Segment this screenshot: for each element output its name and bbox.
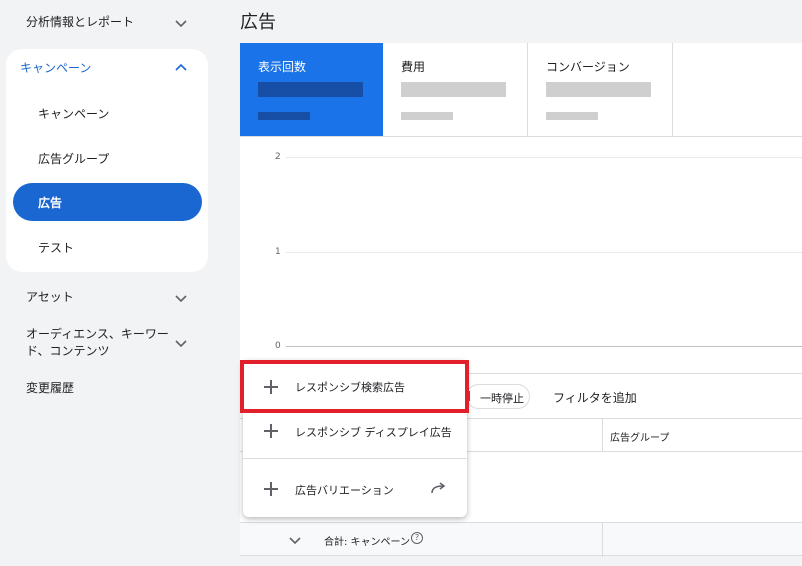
nav-history-label: 変更履歴 [26,381,75,395]
table-total-row: 合計: キャンペーン ? [240,522,802,557]
sub-item-campaigns[interactable]: キャンペーン [38,105,109,122]
metric-sub-placeholder [546,112,598,120]
nav-campaigns-label[interactable]: キャンペーン [20,59,91,76]
chip-edge [469,391,475,401]
metric-sub-placeholder [258,112,310,120]
gridline [286,252,802,253]
menu-item-label: 広告バリエーション [295,484,394,497]
total-label: 合計: キャンペーン [324,537,411,548]
metric-label: コンバージョン [546,60,630,74]
chevron-up-icon[interactable] [174,61,188,75]
chevron-down-icon [175,294,187,302]
metric-label: 表示回数 [258,60,307,74]
metric-tile-empty[interactable] [673,43,802,137]
nav-analytics[interactable]: 分析情報とレポート [0,14,216,31]
highlight-box [240,360,469,413]
menu-divider [243,458,467,459]
pause-chip-label: 一時停止 [480,392,524,405]
metric-label: 費用 [401,60,426,74]
gridline [286,157,802,158]
metric-value-placeholder [546,82,651,97]
pause-filter-chip[interactable]: 一時停止 [466,384,530,409]
chevron-down-icon [175,19,187,27]
metric-tile-impressions[interactable]: 表示回数 [240,43,383,137]
sub-item-experiments[interactable]: テスト [38,239,74,256]
metric-sub-placeholder [401,112,453,120]
y-tick-label: 0 [275,341,281,351]
nav-audiences[interactable]: オーディエンス、キーワー ド、コンテンツ [0,326,216,360]
menu-item-responsive-display-ad[interactable]: レスポンシブ ディスプレイ広告 [243,422,467,442]
plus-icon [264,482,278,496]
nav-audiences-label-2: ド、コンテンツ [26,344,110,358]
menu-item-ad-variations[interactable]: 広告バリエーション [243,479,467,499]
sub-item-ad-groups[interactable]: 広告グループ [38,150,109,167]
sub-item-ads-label: 広告 [38,196,63,210]
nav-analytics-label: 分析情報とレポート [26,15,135,29]
menu-item-label: レスポンシブ ディスプレイ広告 [295,426,452,439]
redirect-arrow-icon [431,482,446,494]
add-filter-button[interactable]: フィルタを追加 [553,389,637,406]
y-tick-label: 1 [275,247,281,257]
column-header-ad-group[interactable]: 広告グループ [610,429,669,444]
chevron-down-icon[interactable] [288,533,302,547]
chevron-down-icon [175,340,187,348]
nav-assets-label: アセット [26,290,74,304]
help-icon[interactable]: ? [411,532,423,544]
chart-panel: 表示回数 費用 コンバージョン [240,43,802,373]
metric-value-placeholder [258,82,363,97]
nav-assets[interactable]: アセット [0,289,216,306]
plus-icon [264,424,278,438]
sidebar: 分析情報とレポート キャンペーン キャンペーン 広告グループ 広告 テスト アセ… [0,0,216,566]
metric-tile-conversions[interactable]: コンバージョン [528,43,673,137]
metric-tile-cost[interactable]: 費用 [383,43,528,137]
column-divider [602,523,603,557]
sub-item-ads[interactable]: 広告 [13,183,202,221]
metric-value-placeholder [401,82,506,97]
y-tick-label: 2 [275,152,281,162]
page-title: 広告 [240,12,276,33]
column-divider [602,419,603,452]
baseline [286,346,802,347]
nav-audiences-label-1: オーディエンス、キーワー [26,327,169,341]
nav-change-history[interactable]: 変更履歴 [0,380,216,397]
